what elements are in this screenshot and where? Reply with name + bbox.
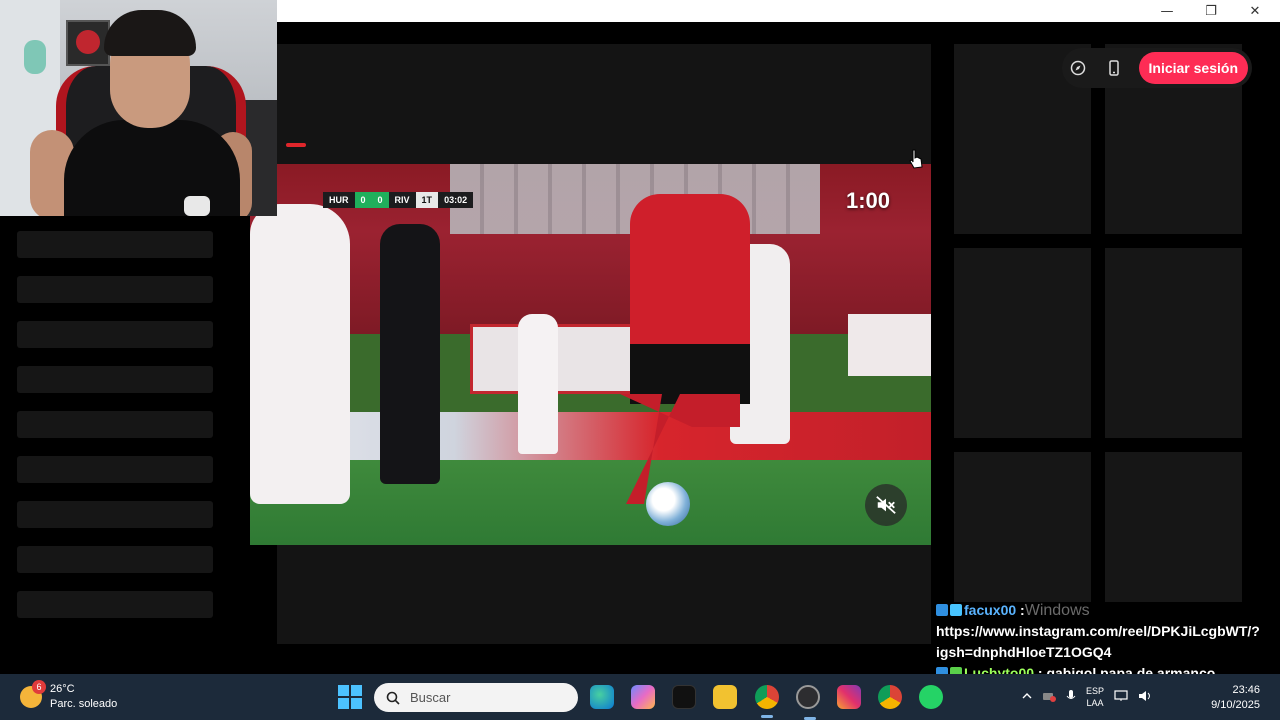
obs-icon[interactable] — [796, 685, 820, 720]
weather-condition: Parc. soleado — [50, 698, 118, 710]
skeleton-bar — [17, 456, 213, 483]
scorebug: HUR 0 0 RIV 1T 03:02 — [323, 192, 474, 208]
scorebug-home-score: 0 — [354, 192, 372, 208]
video-countdown: 1:00 — [846, 188, 891, 213]
sun-icon: 6 — [20, 680, 46, 708]
copilot-icon[interactable] — [631, 685, 655, 709]
video-player[interactable]: HUR 0 0 RIV 1T 03:02 1:00 — [250, 164, 931, 545]
language-indicator[interactable]: ESP LAA — [1086, 685, 1104, 709]
skeleton-bar — [17, 276, 213, 303]
clock-date: 9/10/2025 — [1211, 699, 1260, 711]
weather-temp: 26°C — [50, 683, 75, 695]
window-titlebar: — ❐ ✕ — [277, 0, 1280, 22]
unmute-button[interactable] — [865, 484, 907, 526]
webcam-shirt-badge — [184, 196, 210, 216]
badge-icon — [950, 604, 962, 616]
skeleton-bar — [17, 591, 213, 618]
video-frame-ad-board — [250, 412, 931, 462]
chat-overlay: facux00 :Windows https://www.instagram.c… — [936, 600, 1260, 684]
chat-text[interactable]: https://www.instagram.com/reel/DPKJiLcgb… — [936, 623, 1260, 660]
language-code: ESP — [1086, 686, 1105, 696]
weather-widget[interactable]: 6 26°C Parc. soleado — [20, 680, 118, 712]
chevron-up-icon[interactable] — [1022, 691, 1032, 704]
instagram-icon[interactable] — [837, 685, 861, 709]
hand-cursor-icon — [909, 149, 923, 169]
thumbnail-placeholder — [954, 248, 1091, 438]
minimize-button[interactable]: — — [1145, 0, 1189, 22]
windows-logo-icon — [338, 698, 349, 709]
clock-time: 23:46 — [1232, 684, 1260, 696]
scorebug-period: 1T — [415, 192, 439, 208]
taskbar-search[interactable]: Buscar — [374, 683, 578, 712]
chat-username[interactable]: facux00 — [964, 602, 1016, 618]
scorebug-away: RIV — [394, 195, 410, 205]
skeleton-bar — [17, 321, 213, 348]
muted-speaker-icon — [876, 496, 896, 514]
keyboard-layout: LAA — [1086, 698, 1104, 708]
maximize-button[interactable]: ❐ — [1189, 0, 1233, 22]
screen: — ❐ ✕ HUR 0 0 RIV 1T 03:02 1:00 Iniciar … — [0, 0, 1280, 720]
file-explorer-icon[interactable] — [713, 685, 737, 709]
minimize-icon: — — [1160, 3, 1174, 19]
search-placeholder: Buscar — [410, 690, 451, 705]
search-icon — [386, 691, 400, 705]
webcam-overlay — [0, 0, 277, 216]
video-frame-ball — [646, 482, 690, 526]
start-button[interactable] — [338, 685, 362, 709]
close-button[interactable]: ✕ — [1233, 0, 1277, 22]
progress-indicator — [286, 143, 306, 147]
video-frame-player — [250, 204, 350, 504]
compass-icon — [1070, 60, 1085, 76]
windows-logo-icon — [351, 698, 362, 709]
webcam-hair — [104, 10, 196, 56]
scorebug-home: HUR — [329, 195, 349, 205]
windows-logo-icon — [351, 685, 362, 696]
webcam-body — [64, 120, 240, 216]
windows-watermark: Windows — [1024, 602, 1090, 619]
close-icon: ✕ — [1249, 3, 1261, 19]
monitor-icon[interactable] — [1114, 689, 1128, 705]
video-frame-player — [630, 194, 750, 364]
whatsapp-icon[interactable] — [919, 685, 943, 709]
skeleton-bar — [17, 546, 213, 573]
thumbnail-placeholder — [1105, 248, 1242, 438]
chrome-icon[interactable] — [755, 685, 779, 718]
compass-button[interactable] — [1067, 57, 1089, 79]
edge-icon[interactable] — [590, 685, 614, 709]
volume-icon[interactable] — [1138, 690, 1152, 705]
microphone-icon[interactable] — [1066, 689, 1076, 706]
scorebug-away-score: 0 — [371, 192, 389, 208]
right-thumbnail-grid — [954, 44, 1242, 604]
skeleton-bar — [17, 366, 213, 393]
thumbnail-placeholder — [1105, 452, 1242, 602]
system-tray: ESP LAA — [1022, 674, 1152, 720]
badge-icon — [936, 604, 948, 616]
taskbar-clock[interactable]: 23:46 9/10/2025 — [1196, 683, 1260, 713]
skeleton-bar — [17, 231, 213, 258]
tiktok-icon[interactable] — [672, 685, 696, 709]
chat-message: facux00 :Windows https://www.instagram.c… — [936, 600, 1260, 663]
chrome-profile-icon[interactable] — [878, 685, 902, 709]
mobile-button[interactable] — [1103, 57, 1125, 79]
chat-separator: : — [1016, 602, 1025, 618]
taskbar: 6 26°C Parc. soleado Buscar ESP LAA 23:4… — [0, 674, 1280, 720]
phone-icon — [1108, 60, 1119, 76]
webcam-toy — [24, 40, 46, 74]
scorebug-clock: 03:02 — [444, 195, 468, 205]
maximize-icon: ❐ — [1205, 3, 1217, 19]
windows-logo-icon — [338, 685, 349, 696]
video-frame-player — [518, 314, 558, 454]
skeleton-bar — [17, 411, 213, 438]
video-frame-pitch — [250, 460, 931, 545]
notification-badge: 6 — [32, 680, 46, 694]
video-frame-referee — [380, 224, 440, 484]
left-skeleton-list — [17, 231, 213, 636]
video-frame-banner — [848, 314, 931, 376]
network-error-icon[interactable] — [1042, 690, 1056, 705]
skeleton-bar — [17, 501, 213, 528]
signin-button[interactable]: Iniciar sesión — [1138, 52, 1248, 84]
thumbnail-placeholder — [954, 452, 1091, 602]
header-actions: Iniciar sesión — [1062, 48, 1252, 88]
